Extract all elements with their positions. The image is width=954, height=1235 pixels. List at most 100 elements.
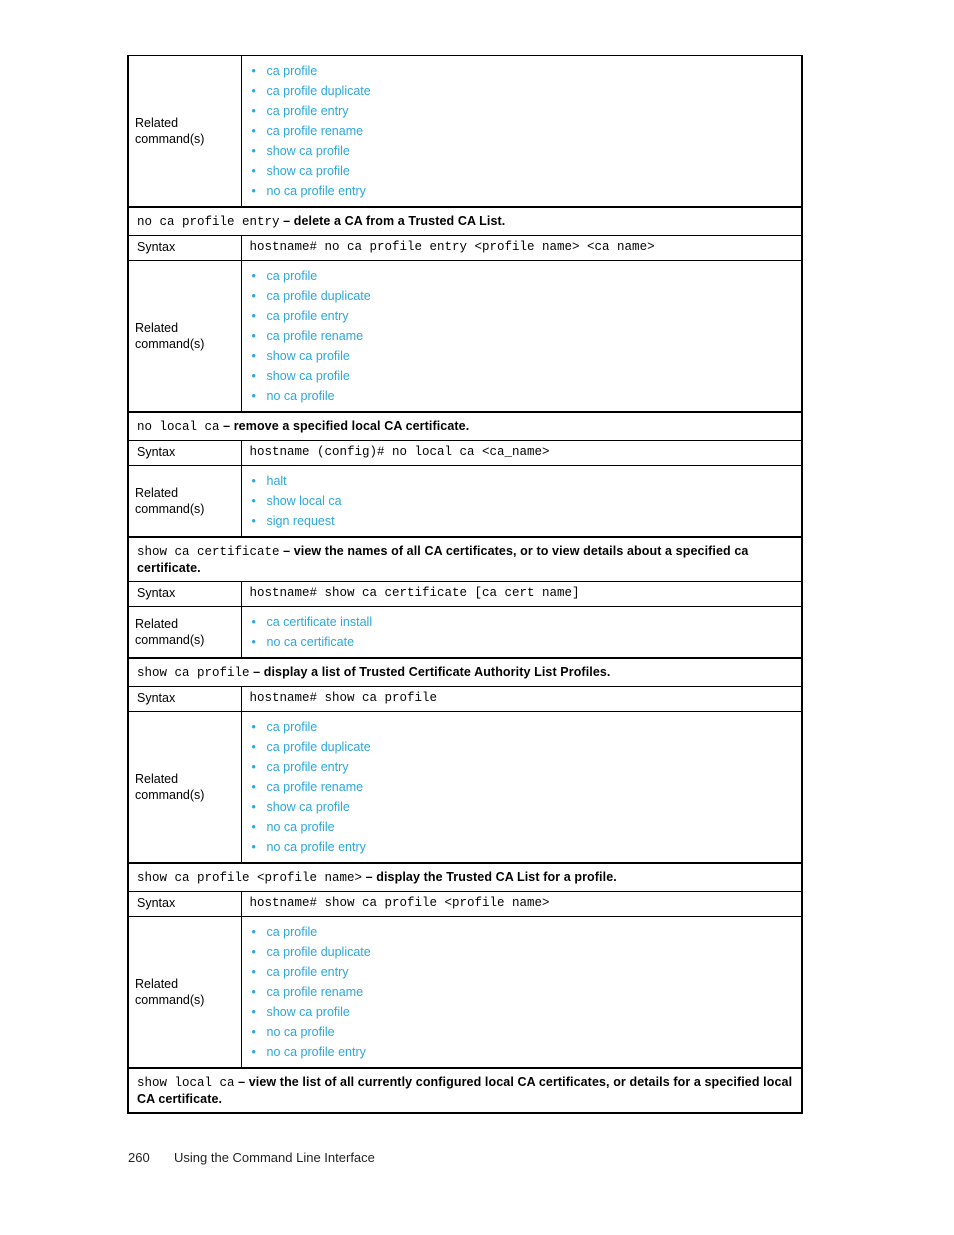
- syntax-label: Syntax: [137, 586, 176, 601]
- list-item[interactable]: • ca profile duplicate: [242, 286, 802, 306]
- list-item[interactable]: • show ca profile: [242, 141, 802, 161]
- related-commands-list: • halt • show local ca • sign request: [242, 466, 802, 536]
- command-link[interactable]: no ca profile entry: [267, 840, 366, 854]
- bullet-icon: •: [251, 104, 256, 118]
- command-link[interactable]: show ca profile: [267, 1005, 350, 1019]
- command-link[interactable]: sign request: [267, 514, 335, 528]
- table-row: show ca profile <profile name> – display…: [127, 861, 803, 892]
- list-item[interactable]: • show ca profile: [242, 161, 802, 181]
- list-item[interactable]: • sign request: [242, 511, 802, 531]
- table-row: show local ca – view the list of all cur…: [127, 1066, 803, 1114]
- command-link[interactable]: ca profile: [267, 269, 318, 283]
- list-item[interactable]: • ca profile entry: [242, 101, 802, 121]
- table-row: Syntax hostname# no ca profile entry <pr…: [127, 235, 803, 261]
- list-item[interactable]: • show ca profile: [242, 366, 802, 386]
- command-link[interactable]: ca profile duplicate: [267, 945, 371, 959]
- bullet-icon: •: [251, 388, 256, 403]
- bullet-icon: •: [251, 944, 256, 959]
- dash-separator: –: [219, 418, 234, 433]
- command-link[interactable]: ca profile entry: [267, 104, 349, 118]
- related-commands-label: Related command(s): [135, 616, 205, 647]
- list-item[interactable]: • no ca profile entry: [242, 837, 802, 857]
- command-link[interactable]: ca profile: [267, 925, 318, 939]
- list-item[interactable]: • halt: [242, 471, 802, 491]
- list-item[interactable]: • show ca profile: [242, 1002, 802, 1022]
- command-link[interactable]: ca profile rename: [267, 780, 364, 794]
- command-link[interactable]: ca profile entry: [267, 965, 349, 979]
- command-name: show ca profile: [137, 665, 250, 680]
- command-link[interactable]: ca certificate install: [267, 615, 373, 629]
- command-link[interactable]: ca profile entry: [267, 760, 349, 774]
- list-item[interactable]: • no ca profile: [242, 1022, 802, 1042]
- command-link[interactable]: halt: [267, 474, 287, 488]
- command-link[interactable]: ca profile rename: [267, 985, 364, 999]
- list-item[interactable]: • show local ca: [242, 491, 802, 511]
- command-link[interactable]: ca profile duplicate: [267, 740, 371, 754]
- related-commands-label-cell: Related command(s): [127, 464, 242, 538]
- command-link[interactable]: ca profile duplicate: [267, 289, 371, 303]
- command-description: display the Trusted CA List for a profil…: [376, 869, 617, 884]
- list-item[interactable]: • show ca profile: [242, 346, 802, 366]
- list-item[interactable]: • ca profile duplicate: [242, 81, 802, 101]
- command-link[interactable]: ca profile: [267, 64, 318, 78]
- command-link[interactable]: show ca profile: [267, 369, 350, 383]
- related-commands-label: Related command(s): [135, 116, 205, 146]
- command-link[interactable]: show ca profile: [267, 800, 350, 814]
- related-commands-list: • ca certificate install • no ca certifica…: [242, 607, 802, 657]
- list-item[interactable]: • ca profile duplicate: [242, 737, 802, 757]
- table-row: Syntax hostname# show ca profile: [127, 686, 803, 712]
- table-row: Syntax hostname (config)# no local ca <c…: [127, 440, 803, 466]
- list-item[interactable]: • ca profile duplicate: [242, 942, 802, 962]
- related-commands-list-cell: • ca profile • ca profile duplicate • ca pr…: [240, 915, 803, 1069]
- bullet-icon: •: [251, 184, 256, 198]
- list-item[interactable]: • ca profile rename: [242, 777, 802, 797]
- list-item[interactable]: • no ca profile entry: [242, 181, 802, 201]
- list-item[interactable]: • ca profile rename: [242, 121, 802, 141]
- command-name: no local ca: [137, 419, 220, 434]
- command-link[interactable]: ca profile rename: [267, 124, 364, 138]
- related-commands-list-cell: • ca profile • ca profile duplicate • ca pr…: [240, 259, 803, 413]
- command-link[interactable]: show ca profile: [267, 349, 350, 363]
- command-link[interactable]: show local ca: [267, 494, 342, 508]
- table-row: Related command(s) • ca profile • ca profil…: [127, 259, 803, 413]
- syntax-code: hostname# show ca profile <profile name>: [249, 896, 550, 910]
- command-link[interactable]: no ca profile: [267, 820, 335, 834]
- list-item[interactable]: • ca profile rename: [242, 326, 802, 346]
- related-commands-label-cell: Related command(s): [127, 259, 242, 413]
- list-item[interactable]: • ca profile entry: [242, 306, 802, 326]
- list-item[interactable]: • ca profile entry: [242, 757, 802, 777]
- bullet-icon: •: [251, 719, 256, 734]
- bullet-icon: •: [251, 739, 256, 754]
- command-link[interactable]: no ca certificate: [267, 635, 355, 649]
- command-link[interactable]: no ca profile entry: [267, 1045, 366, 1059]
- list-item[interactable]: • ca profile rename: [242, 982, 802, 1002]
- list-item[interactable]: • no ca profile: [242, 386, 802, 406]
- table-row: Related command(s) • halt • show local ca •…: [127, 464, 803, 538]
- syntax-label-cell: Syntax: [127, 891, 242, 917]
- command-link[interactable]: no ca profile: [267, 389, 335, 403]
- command-link[interactable]: ca profile duplicate: [267, 84, 371, 98]
- list-item[interactable]: • ca profile entry: [242, 962, 802, 982]
- bullet-icon: •: [251, 64, 256, 78]
- list-item[interactable]: • show ca profile: [242, 797, 802, 817]
- table-row: Syntax hostname# show ca profile <profil…: [127, 891, 803, 917]
- list-item[interactable]: • ca profile: [242, 717, 802, 737]
- list-item[interactable]: • ca profile: [242, 922, 802, 942]
- command-link[interactable]: ca profile: [267, 720, 318, 734]
- list-item[interactable]: • no ca profile: [242, 817, 802, 837]
- command-link[interactable]: no ca profile: [267, 1025, 335, 1039]
- command-link[interactable]: ca profile entry: [267, 309, 349, 323]
- syntax-code: hostname (config)# no local ca <ca_name>: [249, 445, 550, 460]
- list-item[interactable]: • ca profile: [242, 61, 802, 81]
- list-item[interactable]: • ca certificate install: [242, 612, 802, 632]
- table-row: Related command(s) • ca profile • ca profil…: [127, 915, 803, 1069]
- command-link[interactable]: no ca profile entry: [267, 184, 366, 198]
- command-link[interactable]: show ca profile: [267, 144, 350, 158]
- command-link[interactable]: ca profile rename: [267, 329, 364, 343]
- list-item[interactable]: • no ca certificate: [242, 632, 802, 652]
- list-item[interactable]: • no ca profile entry: [242, 1042, 802, 1062]
- related-commands-list-cell: • ca certificate install • no ca certifica…: [240, 605, 803, 659]
- command-link[interactable]: show ca profile: [267, 164, 350, 178]
- list-item[interactable]: • ca profile: [242, 266, 802, 286]
- syntax-code: hostname# show ca certificate [ca cert n…: [249, 586, 580, 601]
